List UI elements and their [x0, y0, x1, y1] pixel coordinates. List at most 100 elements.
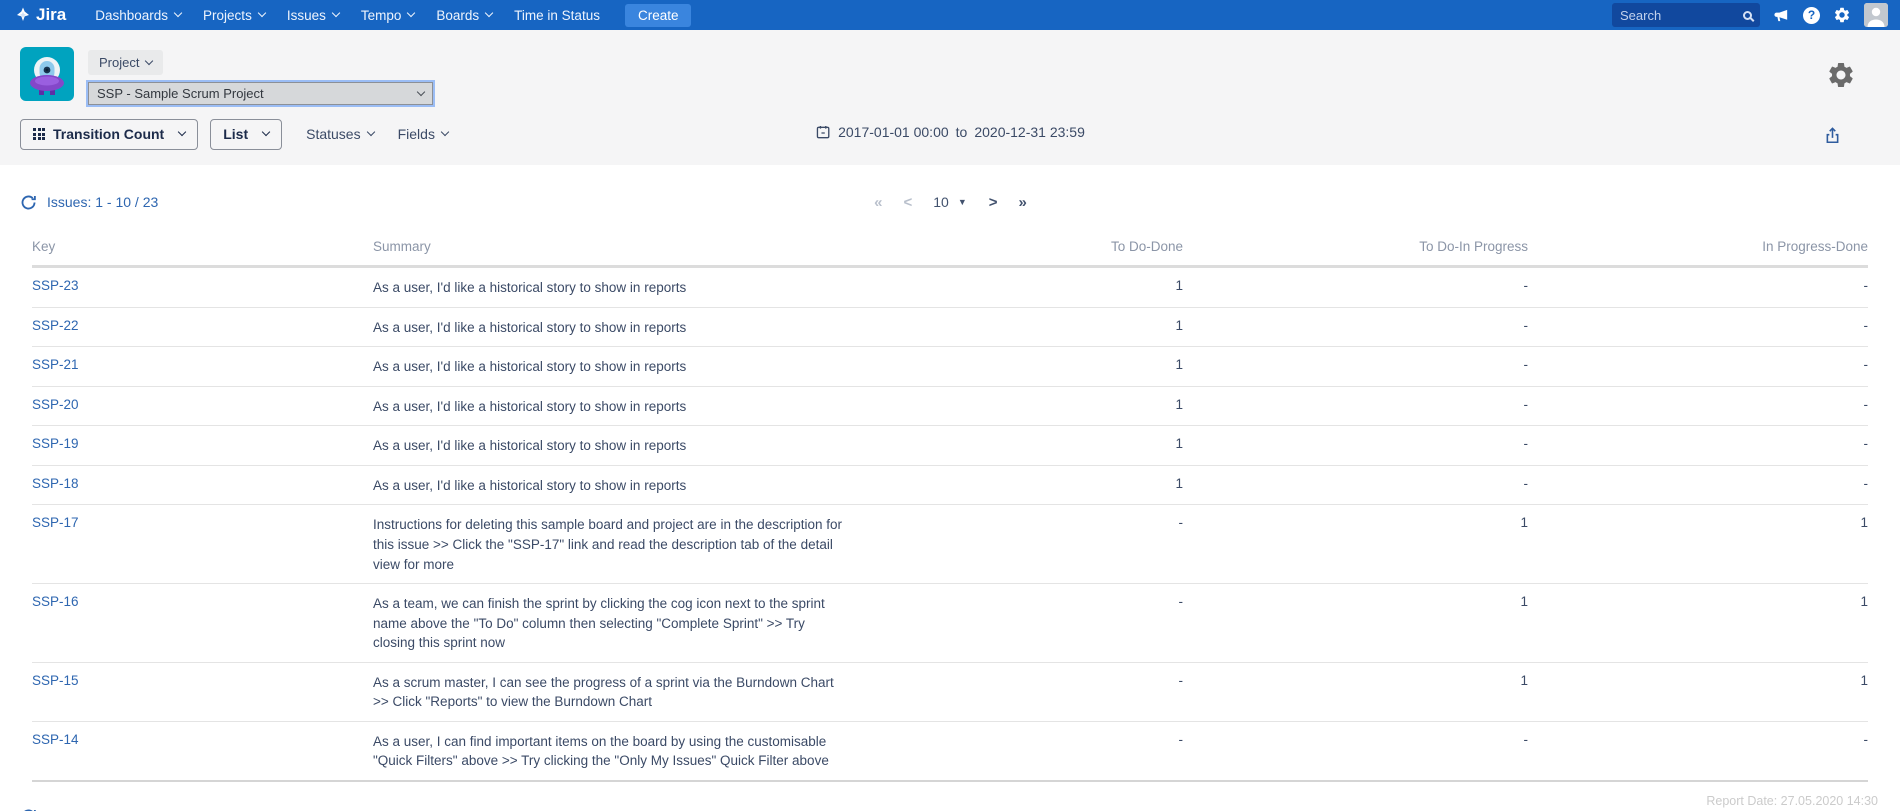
jira-logo[interactable]: Jira [14, 5, 66, 25]
first-page-button[interactable]: « [874, 808, 881, 811]
inprogress-done-value: - [1864, 436, 1869, 451]
search-icon[interactable] [1743, 11, 1752, 20]
todo-inprogress-value: 1 [1520, 673, 1528, 688]
todo-inprogress-value: - [1524, 732, 1529, 747]
search-input[interactable] [1620, 8, 1743, 23]
next-page-button[interactable]: > [989, 194, 997, 211]
jira-logo-icon [14, 6, 32, 24]
inprogress-done-value: - [1864, 476, 1869, 491]
chevron-down-icon [485, 9, 493, 17]
view-type-button[interactable]: List [210, 119, 282, 150]
report-settings-gear-icon[interactable] [1826, 60, 1856, 90]
date-range-picker[interactable]: 2017-01-01 00:00 to 2020-12-31 23:59 [815, 124, 1085, 140]
table-row: SSP-23 As a user, I'd like a historical … [32, 267, 1868, 308]
last-page-button[interactable]: » [1019, 808, 1026, 811]
fields-dropdown[interactable]: Fields [398, 126, 448, 142]
issue-summary: As a user, I'd like a historical story t… [373, 476, 845, 496]
table-row: SSP-21 As a user, I'd like a historical … [32, 347, 1868, 387]
issues-toolbar: Issues: 1 - 10 / 23 « < 10 ▼ > » [0, 179, 1900, 225]
chevron-down-icon [178, 128, 186, 136]
grid-icon [33, 128, 45, 140]
todo-done-value: - [1179, 673, 1184, 688]
caret-down-icon: ▼ [958, 197, 967, 207]
export-icon[interactable] [1823, 125, 1842, 146]
prev-page-button[interactable]: < [903, 808, 911, 811]
table-row: SSP-18 As a user, I'd like a historical … [32, 465, 1868, 505]
issue-summary: As a user, I'd like a historical story t… [373, 357, 845, 377]
project-select-value: SSP - Sample Scrum Project [97, 86, 264, 101]
next-page-button[interactable]: > [989, 808, 997, 811]
issue-summary: As a scrum master, I can see the progres… [373, 673, 845, 712]
nav-item-tempo[interactable]: Tempo [361, 8, 415, 23]
jira-time-in-status-page: { "nav": { "logo_text": "Jira", "items":… [0, 0, 1900, 811]
gear-icon[interactable] [1833, 6, 1851, 24]
todo-inprogress-value: - [1524, 278, 1529, 293]
todo-inprogress-value: - [1524, 318, 1529, 333]
first-page-button[interactable]: « [874, 194, 881, 211]
refresh-icon[interactable] [20, 194, 37, 211]
nav-item-issues[interactable]: Issues [287, 8, 339, 23]
issue-key-link[interactable]: SSP-17 [32, 515, 79, 530]
nav-item-boards[interactable]: Boards [436, 8, 492, 23]
prev-page-button[interactable]: < [903, 194, 911, 211]
issue-key-link[interactable]: SSP-14 [32, 732, 79, 747]
issue-key-link[interactable]: SSP-18 [32, 476, 79, 491]
issue-key-link[interactable]: SSP-23 [32, 278, 79, 293]
todo-inprogress-value: 1 [1520, 515, 1528, 530]
table-row: SSP-16 As a team, we can finish the spri… [32, 584, 1868, 663]
refresh-icon[interactable] [20, 808, 37, 811]
issue-key-link[interactable]: SSP-22 [32, 318, 79, 333]
top-nav: Jira Dashboards Projects Issues Tempo Bo… [0, 0, 1900, 30]
inprogress-done-value: 1 [1860, 673, 1868, 688]
nav-item-dashboards[interactable]: Dashboards [95, 8, 181, 23]
todo-inprogress-value: - [1524, 397, 1529, 412]
issues-table-body: SSP-23 As a user, I'd like a historical … [32, 267, 1868, 782]
issues-count-label: Issues: 1 - 10 / 23 [47, 194, 158, 210]
column-header-summary: Summary [373, 231, 853, 267]
help-icon[interactable]: ? [1803, 7, 1820, 24]
issue-summary: As a team, we can finish the sprint by c… [373, 594, 845, 653]
date-to-word: to [956, 124, 968, 140]
chevron-down-icon [145, 56, 153, 64]
issue-summary: As a user, I can find important items on… [373, 732, 845, 771]
user-avatar[interactable] [1864, 3, 1888, 27]
issue-key-link[interactable]: SSP-19 [32, 436, 79, 451]
issue-key-link[interactable]: SSP-20 [32, 397, 79, 412]
chevron-down-icon [332, 9, 340, 17]
todo-done-value: 1 [1175, 278, 1183, 293]
issue-summary: As a user, I'd like a historical story t… [373, 436, 845, 456]
todo-inprogress-value: - [1524, 476, 1529, 491]
nav-item-projects[interactable]: Projects [203, 8, 265, 23]
project-avatar [20, 47, 74, 101]
calendar-icon [815, 124, 831, 140]
date-to: 2020-12-31 23:59 [974, 124, 1085, 140]
todo-inprogress-value: - [1524, 436, 1529, 451]
page-size-select[interactable]: 10 ▼ [933, 194, 967, 210]
table-row: SSP-14 As a user, I can find important i… [32, 721, 1868, 781]
chevron-down-icon [417, 87, 425, 95]
todo-done-value: - [1179, 515, 1184, 530]
pagination: « < 10 ▼ > » [874, 194, 1026, 211]
inprogress-done-value: - [1864, 732, 1869, 747]
scope-selector-button[interactable]: Project [88, 50, 163, 75]
inprogress-done-value: - [1864, 318, 1869, 333]
column-header-inprogress-done: In Progress-Done [1528, 231, 1868, 267]
issue-key-link[interactable]: SSP-15 [32, 673, 79, 688]
column-header-key: Key [32, 231, 373, 267]
create-button[interactable]: Create [625, 4, 692, 27]
inprogress-done-value: - [1864, 397, 1869, 412]
issue-key-link[interactable]: SSP-16 [32, 594, 79, 609]
project-select[interactable]: SSP - Sample Scrum Project [88, 82, 433, 105]
date-from: 2017-01-01 00:00 [838, 124, 949, 140]
inprogress-done-value: - [1864, 278, 1869, 293]
megaphone-icon[interactable] [1773, 7, 1790, 24]
report-date: Report Date: 27.05.2020 14:30 [1706, 794, 1878, 808]
issue-key-link[interactable]: SSP-21 [32, 357, 79, 372]
chevron-down-icon [441, 128, 449, 136]
todo-done-value: 1 [1175, 436, 1183, 451]
chevron-down-icon [366, 128, 374, 136]
report-type-button[interactable]: Transition Count [20, 119, 198, 150]
nav-item-time-in-status[interactable]: Time in Status [514, 8, 600, 23]
statuses-dropdown[interactable]: Statuses [306, 126, 373, 142]
last-page-button[interactable]: » [1019, 194, 1026, 211]
